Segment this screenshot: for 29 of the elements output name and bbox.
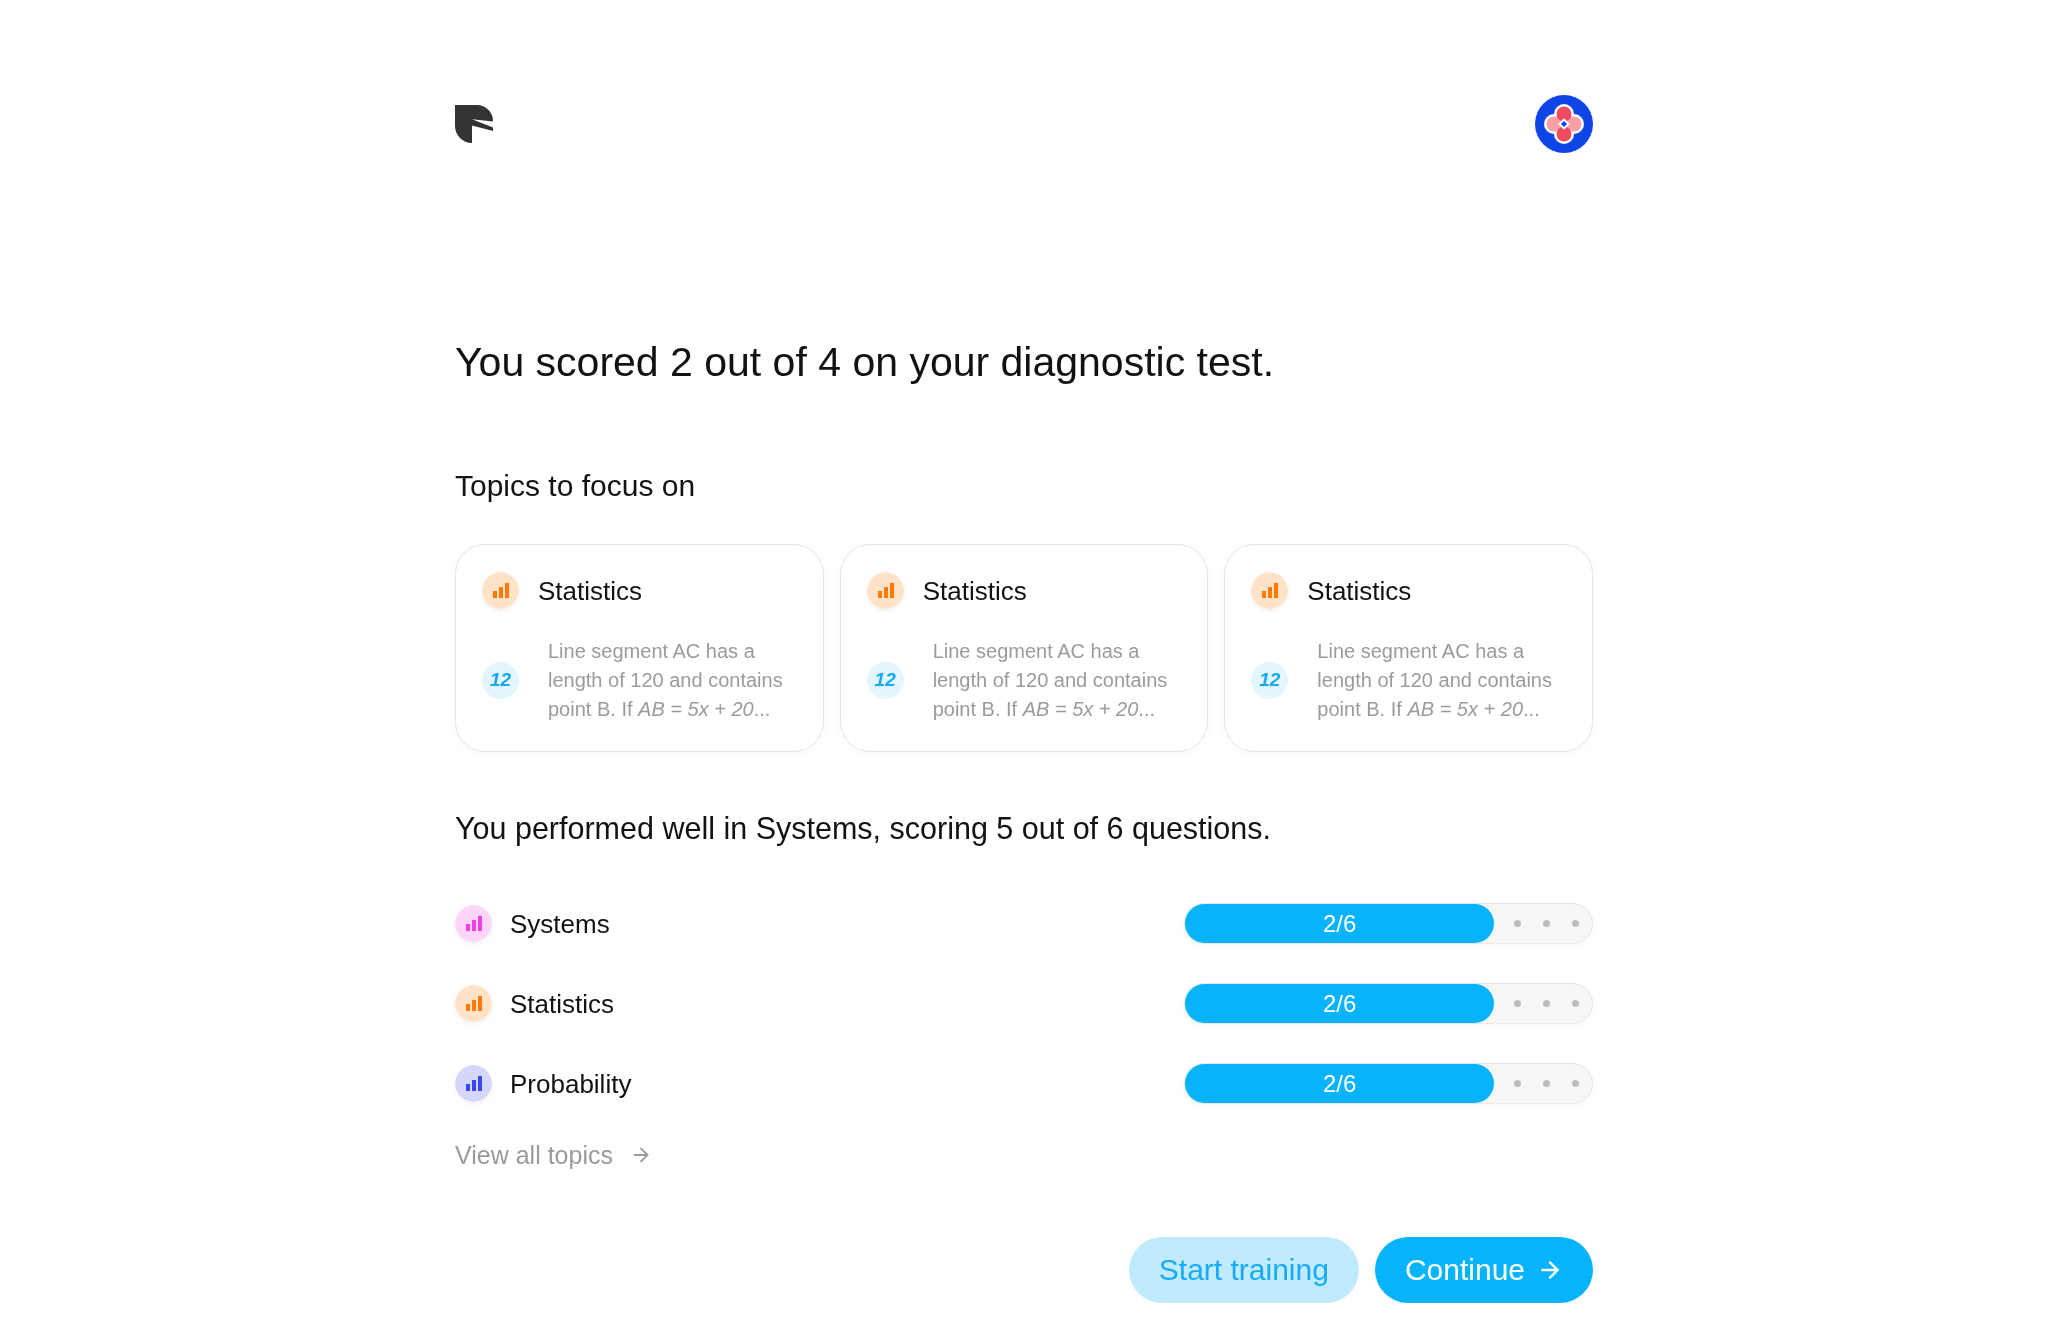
logo-icon [455, 105, 493, 143]
topic-label: Statistics [510, 987, 615, 1020]
bar-chart-icon [482, 572, 519, 609]
progress-reading: 2/6 [1322, 909, 1357, 938]
topic-card[interactable]: Statistics 12 Line segment AC has a length of 120 and contains point B. If AB = 5x + 20... [839, 544, 1209, 752]
question-text: Line segment AC has a length of 120 and contains point B. If AB = 5x + 20... [932, 639, 1169, 722]
bar-chart-icon [455, 985, 492, 1022]
progress-reading: 2/6 [1322, 989, 1357, 1018]
question-text: Line segment AC has a length of 120 and contains point B. If AB = 5x + 20... [1317, 639, 1553, 722]
topic-label: Probability [510, 1067, 632, 1100]
bar-chart-icon [455, 905, 492, 942]
question-number: 12 [482, 662, 519, 699]
question-text: Line segment AC has a length of 120 and contains point B. If AB = 5x + 20... [548, 639, 784, 722]
topic-title: Statistics [538, 574, 643, 607]
avatar-icon[interactable] [1535, 95, 1593, 153]
bar-chart-icon [866, 572, 904, 609]
bar-chart-icon [1251, 572, 1289, 609]
topic-title: Statistics [1307, 574, 1412, 607]
topic-label: Systems [510, 907, 610, 940]
topic-title: Statistics [922, 574, 1027, 607]
question-number: 12 [1251, 662, 1289, 699]
score-heading: You scored 2 out of 4 on your diagnostic test. [455, 338, 1276, 386]
bar-chart-icon [455, 1065, 492, 1102]
section-title: Topics to focus on [455, 468, 697, 504]
question-number: 12 [866, 662, 904, 699]
progress-reading: 2/6 [1322, 1069, 1357, 1098]
performance-summary: You performed well in Systems, scoring 5 out of 6 questions. [455, 810, 1273, 846]
topic-card[interactable]: Statistics 12 Line segment AC has a length of 120 and contains point B. If AB = 5x + 20... [455, 544, 824, 752]
topic-card[interactable]: Statistics 12 Line segment AC has a length of 120 and contains point B. If AB = 5x + 20... [1224, 544, 1593, 752]
